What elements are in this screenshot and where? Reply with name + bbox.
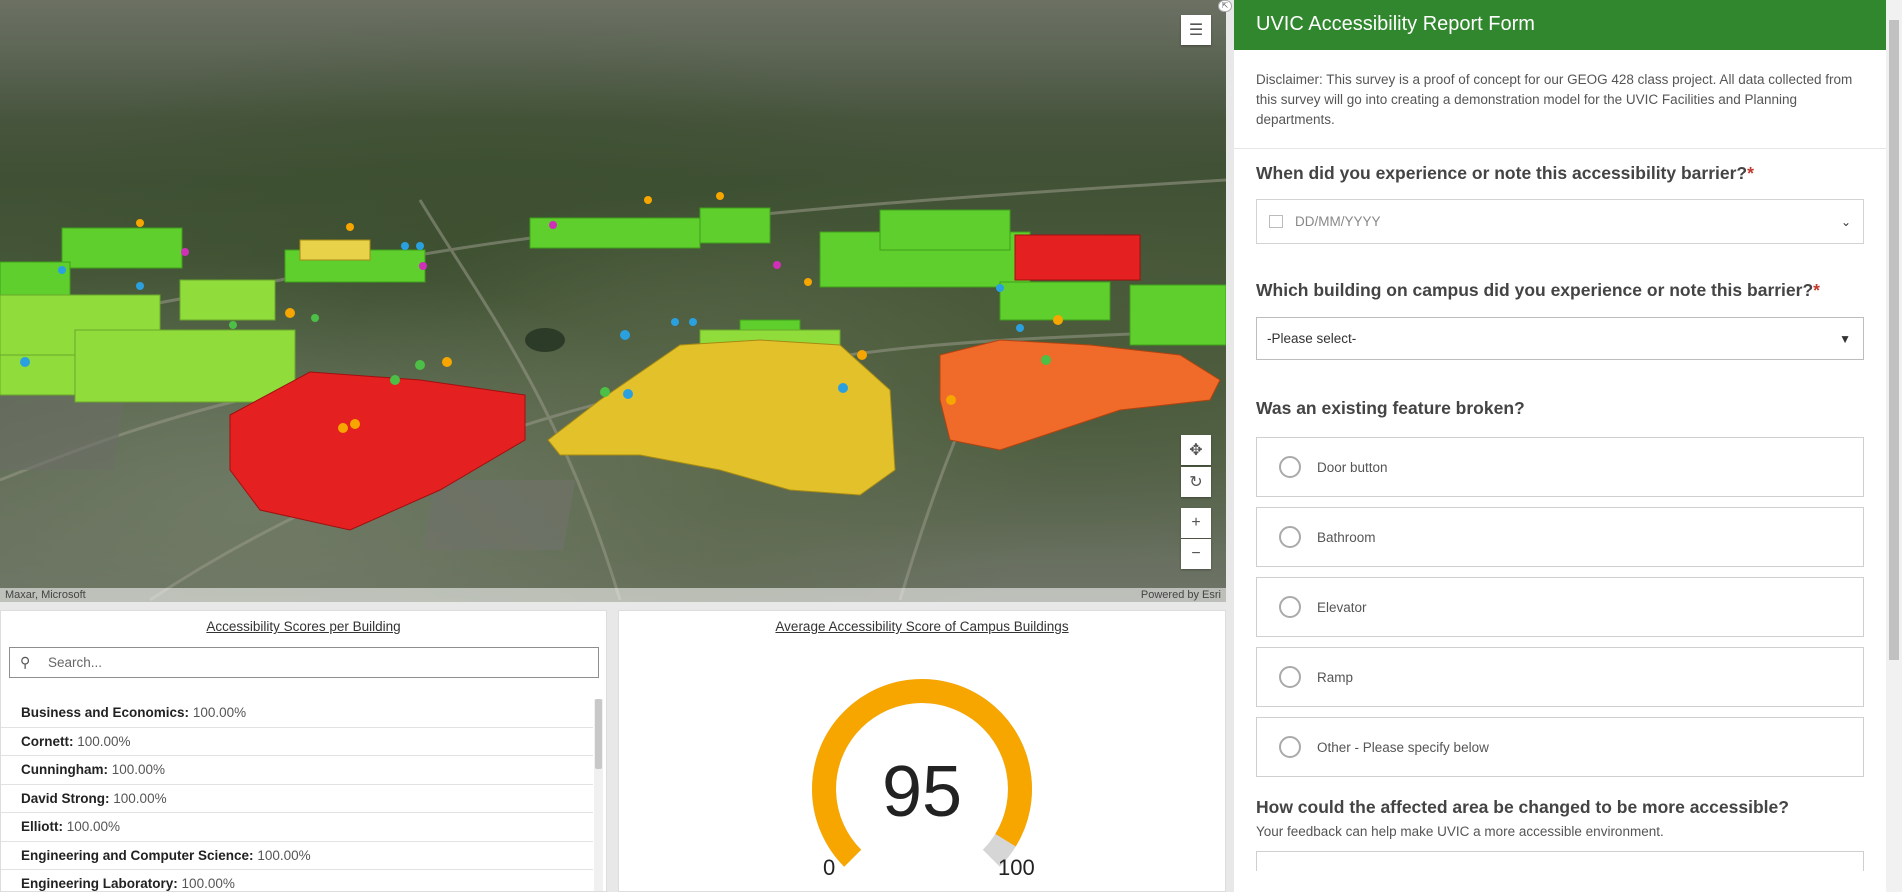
building-select[interactable]: -Please select- ▼ [1256, 317, 1864, 360]
list-item[interactable]: Engineering and Computer Science: 100.00… [1, 842, 593, 870]
radio-circle-icon [1279, 736, 1301, 758]
pan-button[interactable]: ✥ [1181, 435, 1211, 465]
search-input[interactable]: ⚲ Search... [9, 647, 599, 678]
building-name: Cunningham: [21, 762, 108, 777]
radio-option-label: Elevator [1317, 599, 1367, 615]
building-name: Cornett: [21, 733, 74, 749]
gauge-min-label: 0 [823, 855, 836, 880]
question-improvement: How could the affected area be changed t… [1234, 797, 1886, 871]
form-scrollbar[interactable] [1886, 0, 1902, 892]
improvement-textarea[interactable] [1256, 851, 1864, 871]
list-item[interactable]: Elliott: 100.00% [1, 813, 593, 842]
building-score: 100.00% [181, 876, 235, 891]
caret-down-icon: ▼ [1839, 331, 1851, 346]
campus-3d-scene[interactable] [0, 0, 1226, 602]
building-name: Engineering and Computer Science: [21, 847, 254, 863]
chevron-down-icon: ⌄ [1840, 214, 1851, 229]
question-improvement-hint: Your feedback can help make UVIC a more … [1256, 824, 1664, 839]
radio-circle-icon [1279, 596, 1301, 618]
form-disclaimer: Disclaimer: This survey is a proof of co… [1234, 50, 1886, 149]
radio-option[interactable]: Bathroom [1256, 507, 1864, 567]
calendar-icon [1269, 215, 1283, 228]
radio-circle-icon [1279, 456, 1301, 478]
radio-option-label: Ramp [1317, 669, 1354, 685]
list-item[interactable]: David Strong: 100.00% [1, 785, 593, 813]
plus-icon: + [1191, 514, 1201, 531]
attribution-source: Maxar, Microsoft [5, 589, 86, 601]
list-scrollbar[interactable] [595, 699, 602, 769]
building-name: David Strong: [21, 790, 110, 806]
required-mark: * [1813, 280, 1820, 300]
gauge-panel-title: Average Accessibility Score of Campus Bu… [775, 619, 1069, 634]
rotate-icon: ↻ [1189, 474, 1203, 491]
list-item[interactable]: Business and Economics: 100.00% [1, 699, 593, 728]
question-building-label: Which building on campus did you experie… [1256, 280, 1820, 300]
radio-option-label: Other - Please specify below [1317, 739, 1489, 755]
gauge-max-label: 100 [998, 855, 1035, 880]
radio-option-label: Door button [1317, 459, 1388, 475]
legend-button[interactable]: ☰ [1181, 15, 1211, 45]
required-mark: * [1747, 163, 1754, 183]
building-score: 100.00% [66, 819, 121, 834]
zoom-out-button[interactable]: − [1181, 539, 1211, 569]
list-icon: ☰ [1188, 22, 1204, 39]
building-name: Business and Economics: [21, 705, 190, 720]
radio-option[interactable]: Other - Please specify below [1256, 717, 1864, 777]
building-score: 100.00% [113, 790, 167, 806]
score-list: Business and Economics: 100.00% Cornett: … [1, 699, 606, 891]
question-date-label: When did you experience or note this acc… [1256, 163, 1754, 183]
form-scroll-thumb[interactable] [1889, 20, 1899, 660]
radio-option[interactable]: Elevator [1256, 577, 1864, 637]
building-name: Engineering Laboratory: [21, 876, 178, 891]
list-item[interactable]: Engineering Laboratory: 100.00% [1, 870, 593, 891]
search-icon: ⚲ [20, 654, 31, 670]
move-icon: ✥ [1189, 442, 1203, 459]
building-score: 100.00% [192, 705, 247, 720]
radio-option[interactable]: Door button [1256, 437, 1864, 497]
question-improvement-label: How could the affected area be changed t… [1256, 797, 1789, 817]
question-date: When did you experience or note this acc… [1234, 163, 1886, 244]
date-input[interactable]: DD/MM/YYYY ⌄ [1256, 199, 1864, 244]
radio-circle-icon [1279, 666, 1301, 688]
zoom-in-button[interactable]: + [1181, 508, 1211, 538]
map-attribution: Maxar, Microsoft Powered by Esri [0, 588, 1226, 602]
map-view[interactable]: ☰ ✥ ↻ + − Maxar, Microsoft Powered by Es… [0, 0, 1226, 602]
list-panel-title: Accessibility Scores per Building [206, 619, 401, 634]
date-placeholder: DD/MM/YYYY [1295, 214, 1381, 229]
list-item[interactable]: Cornett: 100.00% [1, 728, 593, 756]
search-placeholder: Search... [48, 655, 103, 670]
radio-option[interactable]: Ramp [1256, 647, 1864, 707]
broken-feature-options: Door button Bathroom Elevator Ramp Other - P… [1256, 437, 1864, 777]
building-score: 100.00% [257, 847, 311, 863]
rotate-button[interactable]: ↻ [1181, 467, 1211, 497]
form-title: UVIC Accessibility Report Form [1256, 13, 1535, 35]
expand-handle[interactable]: ⇱ [1218, 0, 1232, 12]
list-item[interactable]: Cunningham: 100.00% [1, 756, 593, 785]
radio-option-label: Bathroom [1317, 529, 1376, 545]
attribution-powered-by[interactable]: Powered by Esri [1141, 588, 1221, 602]
report-form: UVIC Accessibility Report Form Disclaime… [1234, 0, 1886, 892]
building-score: 100.00% [77, 733, 131, 749]
question-broken-label: Was an existing feature broken? [1256, 398, 1525, 418]
gauge-value: 95 [881, 752, 963, 832]
building-select-value: -Please select- [1267, 331, 1357, 346]
radio-circle-icon [1279, 526, 1301, 548]
form-header: UVIC Accessibility Report Form [1234, 0, 1886, 50]
scores-list-panel: Accessibility Scores per Building ⚲ Sear… [0, 610, 607, 892]
average-score-panel: Average Accessibility Score of Campus Bu… [618, 610, 1226, 892]
building-name: Elliott: [21, 819, 63, 834]
question-building: Which building on campus did you experie… [1234, 280, 1886, 360]
building-score: 100.00% [111, 762, 166, 777]
minus-icon: − [1191, 545, 1201, 562]
question-broken-feature: Was an existing feature broken? Door but… [1234, 398, 1886, 777]
expand-icon: ⇱ [1221, 1, 1229, 10]
